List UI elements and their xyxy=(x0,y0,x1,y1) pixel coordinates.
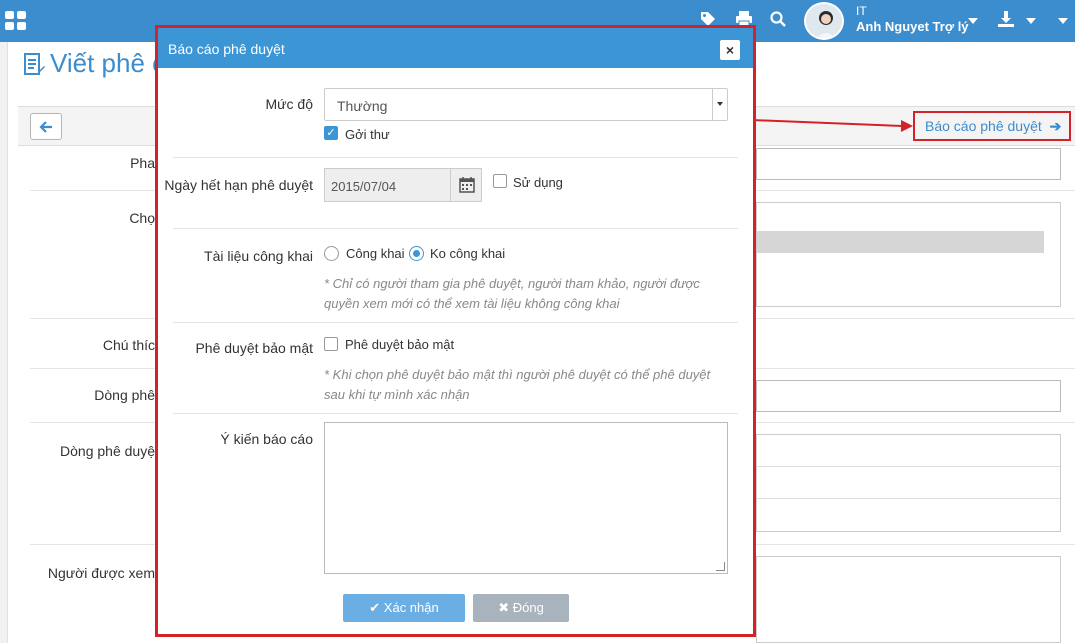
arrow-right-icon: ➔ xyxy=(1049,118,1062,134)
user-name[interactable]: Anh Nguyet Trợ lý xyxy=(856,19,969,34)
send-mail-checkbox[interactable]: ✓ xyxy=(324,126,338,140)
calendar-icon[interactable] xyxy=(450,169,482,201)
confirm-button-label: Xác nhận xyxy=(383,600,439,615)
bg-label-row6: Người được xem xyxy=(47,565,155,581)
secure-approval-checkbox[interactable] xyxy=(324,337,338,351)
private-radio[interactable] xyxy=(409,246,424,261)
report-link-label: Báo cáo phê duyệt xyxy=(925,118,1042,134)
apps-grid-icon[interactable] xyxy=(5,11,27,31)
close-x-icon: ✖ xyxy=(498,600,510,615)
bg-select-1[interactable] xyxy=(756,148,1061,180)
expiry-date-value: 2015/07/04 xyxy=(331,179,397,194)
divider xyxy=(173,228,738,229)
download-icon[interactable] xyxy=(996,10,1016,30)
opinion-textarea[interactable] xyxy=(324,422,728,574)
expiry-label: Ngày hết hạn phê duyệt xyxy=(164,177,313,193)
bg-select-2[interactable] xyxy=(756,380,1061,412)
bg-label-row3: Chú thíc xyxy=(102,337,155,353)
document-edit-icon xyxy=(24,52,46,78)
divider xyxy=(173,157,738,158)
opinion-label: Ý kiến báo cáo xyxy=(220,431,313,447)
back-button[interactable] xyxy=(30,113,62,140)
report-approval-link[interactable]: Báo cáo phê duyệt ➔ xyxy=(925,118,1061,135)
bg-label-row2: Chọ xyxy=(129,210,155,226)
user-caret-icon[interactable] xyxy=(968,18,978,24)
send-mail-label: Gởi thư xyxy=(345,127,390,142)
secure-approval-note: * Khi chọn phê duyệt bảo mật thì người p… xyxy=(324,367,711,402)
divider xyxy=(173,413,738,414)
user-org: IT xyxy=(856,4,867,18)
public-doc-label: Tài liệu công khai xyxy=(204,248,313,264)
close-button[interactable]: ✖ Đóng xyxy=(473,594,569,622)
close-button-label: Đóng xyxy=(512,600,544,615)
level-select-value: Thường xyxy=(337,98,388,114)
select-arrow-icon xyxy=(712,89,727,120)
private-radio-label: Ko công khai xyxy=(430,246,506,261)
bg-label-row1: Pha xyxy=(130,155,155,171)
use-expiry-label: Sử dụng xyxy=(513,175,563,190)
expiry-date-input[interactable]: 2015/07/04 xyxy=(324,168,482,202)
bg-list-box[interactable] xyxy=(756,202,1061,307)
secure-approval-checkbox-label: Phê duyệt bảo mật xyxy=(345,337,455,352)
bg-table-box xyxy=(756,434,1061,532)
search-icon[interactable] xyxy=(768,10,788,30)
modal-close-button[interactable]: × xyxy=(720,40,740,60)
divider xyxy=(173,322,738,323)
annotation-arrow-head xyxy=(901,120,913,132)
level-select[interactable]: Thường xyxy=(324,88,728,121)
bg-viewers-box xyxy=(756,556,1061,643)
bg-label-row4: Dòng phê xyxy=(94,387,155,403)
bg-label-row5: Dòng phê duyệ xyxy=(60,443,155,459)
left-strip xyxy=(0,42,8,643)
confirm-button[interactable]: ✔ Xác nhận xyxy=(343,594,465,622)
public-radio[interactable] xyxy=(324,246,339,261)
report-approval-modal: Báo cáo phê duyệt × Mức độ Thường ✓ Gởi … xyxy=(155,25,756,637)
modal-header: Báo cáo phê duyệt × xyxy=(158,28,753,68)
level-label: Mức độ xyxy=(265,96,314,112)
public-doc-note: * Chỉ có người tham gia phê duyệt, người… xyxy=(324,276,700,311)
modal-title: Báo cáo phê duyệt xyxy=(168,41,285,57)
public-radio-label: Công khai xyxy=(346,246,405,261)
page-title: Viết phê c xyxy=(50,48,166,78)
avatar[interactable] xyxy=(804,2,844,40)
check-icon: ✔ xyxy=(369,600,381,615)
use-expiry-checkbox[interactable] xyxy=(493,174,507,188)
more-caret-icon[interactable] xyxy=(1058,18,1068,24)
download-caret-icon[interactable] xyxy=(1026,18,1036,24)
secure-approval-label: Phê duyệt bảo mật xyxy=(195,340,313,356)
